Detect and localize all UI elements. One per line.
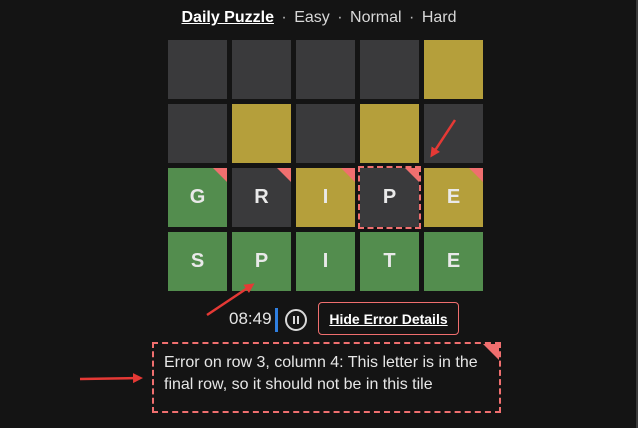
tile-r3-c2[interactable]: R [232, 168, 291, 227]
tile-r1-c4[interactable] [360, 40, 419, 99]
tile-r4-c1[interactable]: S [168, 232, 227, 291]
error-details-panel: Error on row 3, column 4: This letter is… [152, 342, 501, 413]
tile-r2-c5[interactable] [424, 104, 483, 163]
arrow-to-error-message [79, 373, 143, 384]
nav-daily-puzzle[interactable]: Daily Puzzle [181, 9, 273, 26]
nav-easy[interactable]: Easy [294, 9, 330, 26]
tile-letter: E [446, 186, 461, 208]
tile-r1-c5[interactable] [424, 40, 483, 99]
tile-r4-c2[interactable]: P [232, 232, 291, 291]
tile-r3-c4[interactable]: P [358, 166, 421, 229]
tile-r2-c4[interactable] [360, 104, 419, 163]
tile-letter: G [189, 186, 206, 208]
tile-r2-c2[interactable] [232, 104, 291, 163]
text-caret [275, 308, 278, 332]
error-corner-marker [469, 168, 483, 182]
tile-letter: R [254, 186, 269, 208]
hide-error-details-button[interactable]: Hide Error Details [318, 302, 459, 335]
tile-r4-c5[interactable]: E [424, 232, 483, 291]
tile-r3-c5[interactable]: E [424, 168, 483, 227]
error-corner-marker [277, 168, 291, 182]
error-message: Error on row 3, column 4: This letter is… [164, 354, 478, 393]
error-corner-marker [213, 168, 227, 182]
tile-r3-c3[interactable]: I [296, 168, 355, 227]
tile-r3-c1[interactable]: G [168, 168, 227, 227]
controls-bar: 08:49 Hide Error Details [0, 302, 638, 336]
nav-separator: · [337, 9, 343, 26]
tile-r1-c3[interactable] [296, 40, 355, 99]
tile-r1-c2[interactable] [232, 40, 291, 99]
timer: 08:49 [229, 309, 272, 328]
tile-letter: P [382, 186, 397, 208]
error-corner-marker [483, 344, 499, 360]
nav-separator: · [281, 9, 287, 26]
tile-r4-c3[interactable]: I [296, 232, 355, 291]
tile-r4-c4[interactable]: T [360, 232, 419, 291]
nav-hard[interactable]: Hard [422, 9, 457, 26]
tile-r2-c3[interactable] [296, 104, 355, 163]
error-corner-marker [341, 168, 355, 182]
pause-icon[interactable] [285, 309, 307, 331]
tile-r1-c1[interactable] [168, 40, 227, 99]
error-corner-marker [405, 168, 419, 182]
difficulty-nav: Daily Puzzle · Easy · Normal · Hard [0, 6, 638, 30]
tile-r2-c1[interactable] [168, 104, 227, 163]
nav-normal[interactable]: Normal [350, 9, 402, 26]
tile-letter: I [322, 186, 329, 208]
nav-separator: · [409, 9, 415, 26]
